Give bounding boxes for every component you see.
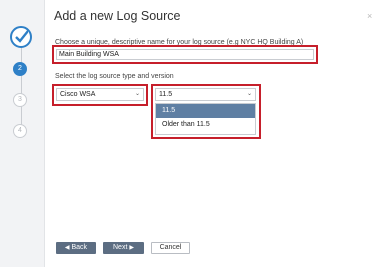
step-4: 4 — [13, 124, 27, 138]
version-select[interactable]: 11.5 ⌄ — [155, 88, 256, 101]
cancel-button[interactable]: Cancel — [151, 242, 190, 254]
stepper-line — [21, 40, 22, 132]
checkmark-icon — [15, 30, 28, 43]
dialog-title: Add a new Log Source — [54, 9, 181, 23]
next-button[interactable]: Next ▶ — [103, 242, 144, 254]
version-dropdown-menu: 11.5 Older than 11.5 — [155, 103, 256, 135]
back-label: Back — [71, 244, 88, 251]
log-source-type-select[interactable]: Cisco WSA ⌄ — [56, 88, 144, 101]
next-label: Next — [113, 244, 128, 251]
type-select-value: Cisco WSA — [60, 91, 96, 98]
version-option-11-5[interactable]: 11.5 — [156, 104, 255, 118]
type-prompt: Select the log source type and version — [55, 73, 174, 80]
step-2-active[interactable]: 2 — [13, 62, 27, 76]
version-select-value: 11.5 — [159, 91, 173, 98]
step-3: 3 — [13, 93, 27, 107]
wizard-stepper: 2 3 4 — [0, 0, 45, 267]
chevron-left-icon: ◀ — [64, 245, 70, 251]
log-source-name-input[interactable]: Main Building WSA — [56, 49, 314, 60]
back-button[interactable]: ◀ Back — [56, 242, 96, 254]
chevron-right-icon: ▶ — [129, 245, 134, 251]
chevron-down-icon: ⌄ — [134, 91, 140, 97]
step-1-complete[interactable] — [10, 26, 32, 48]
add-log-source-dialog: 2 3 4 Add a new Log Source × Choose a un… — [0, 0, 386, 267]
close-icon[interactable]: × — [367, 11, 372, 21]
chevron-down-icon: ⌄ — [246, 91, 252, 97]
version-option-older[interactable]: Older than 11.5 — [156, 118, 255, 132]
